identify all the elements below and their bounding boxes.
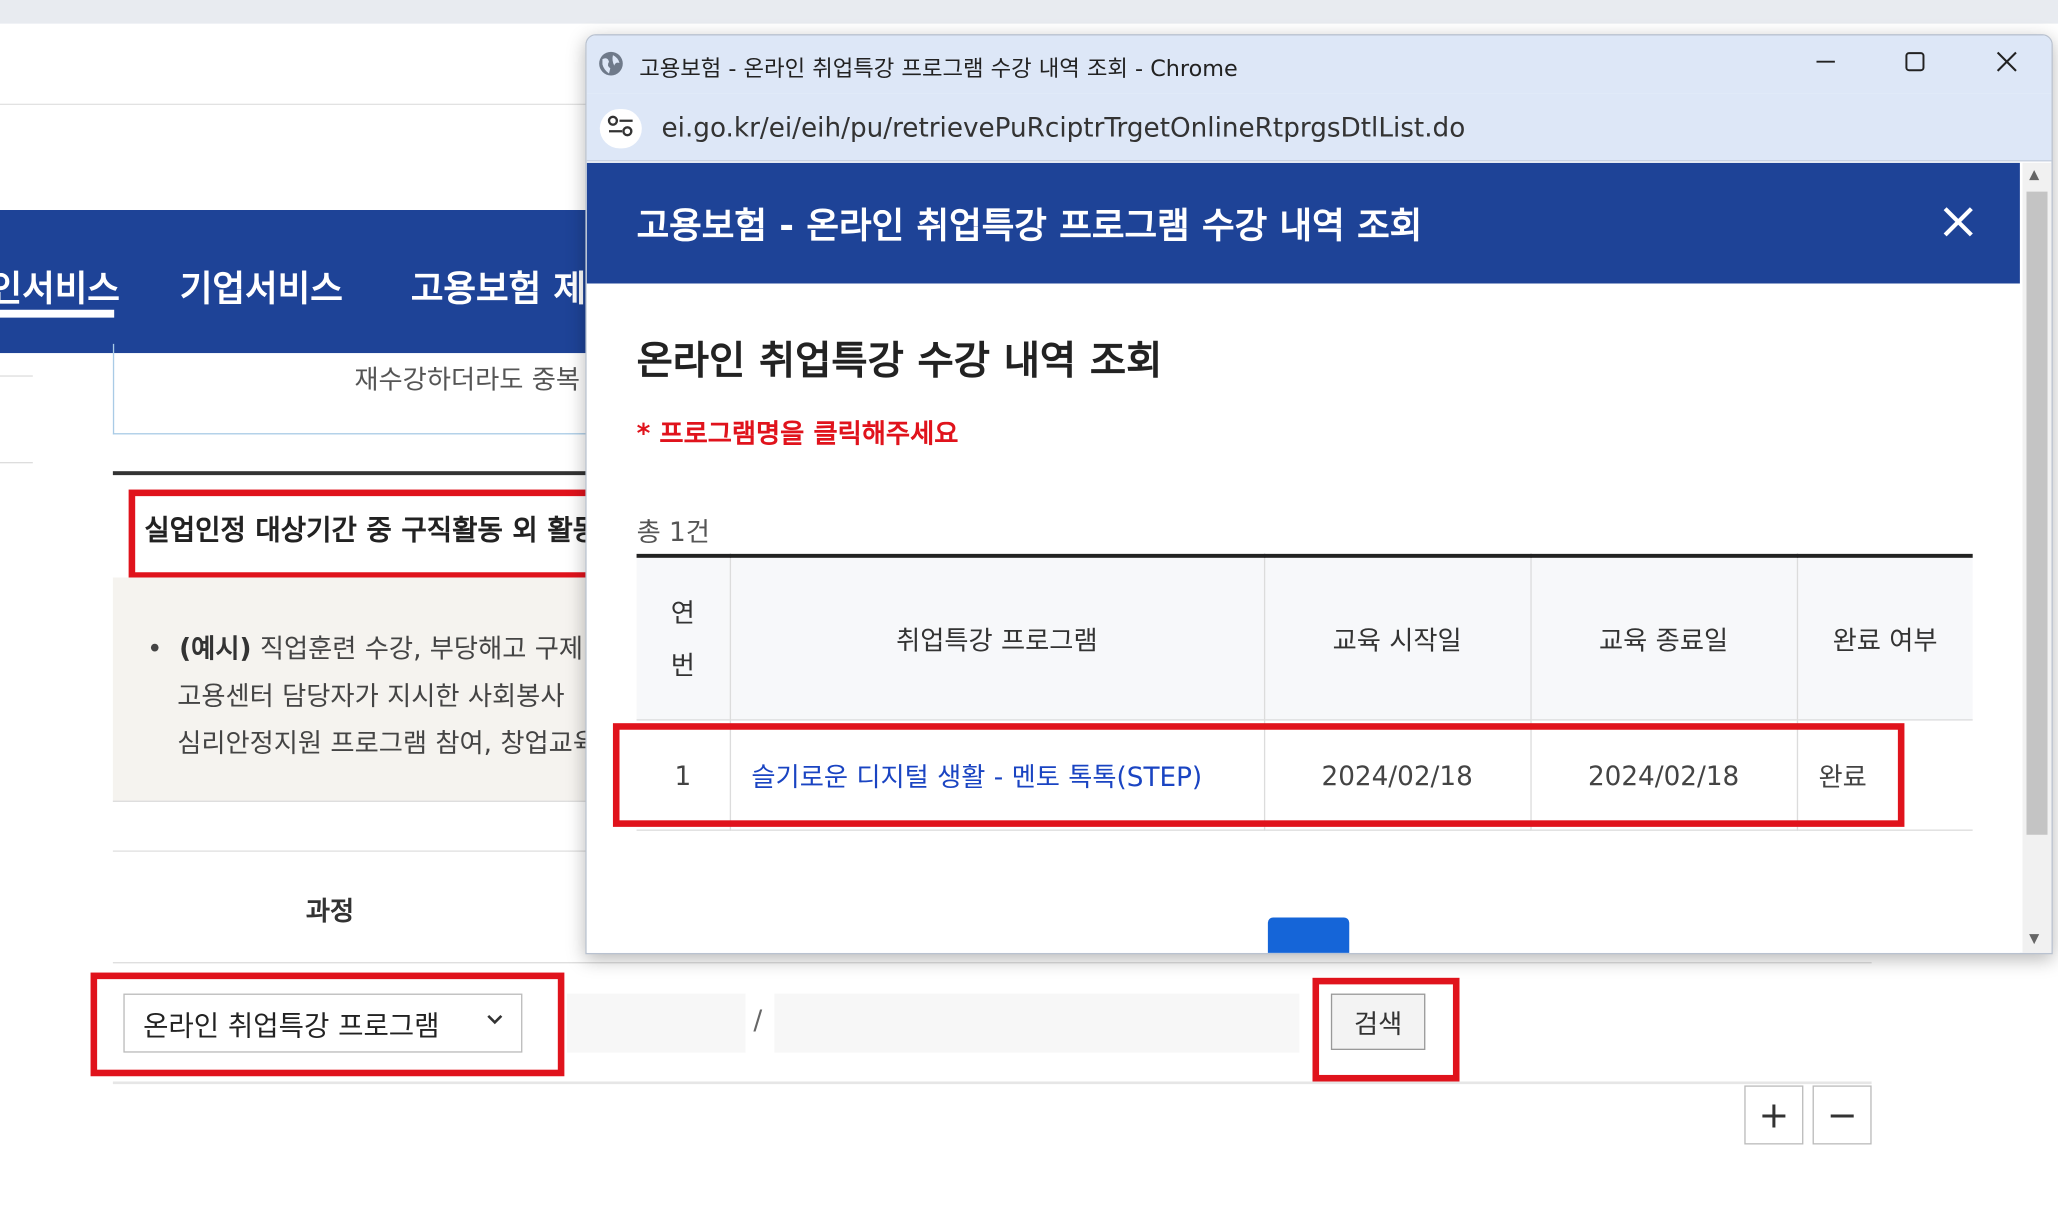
course-label: 과정	[305, 895, 355, 927]
screen: 인서비스 기업서비스 고용보험 제 재수강하더라도 중복 실업인정 대상기간 중…	[0, 0, 2058, 1186]
zoom-out-button[interactable]: −	[1812, 1085, 1872, 1145]
window-close-button[interactable]	[1983, 41, 2030, 88]
form-bottom-border	[112, 1081, 1872, 1085]
date-separator: /	[753, 1004, 763, 1036]
form-divider	[112, 962, 1872, 964]
highlight-box-result-row	[612, 723, 1905, 827]
nav-item-personal-service[interactable]: 인서비스	[0, 260, 120, 311]
popup-content: 고용보험 - 온라인 취업특강 프로그램 수강 내역 조회 온라인 취업특강 수…	[586, 162, 2020, 953]
example-line-3: 심리안정지원 프로그램 참여, 창업교육	[177, 727, 597, 759]
modal-header: 고용보험 - 온라인 취업특강 프로그램 수강 내역 조회	[586, 162, 2020, 284]
highlight-box-search-button	[1312, 977, 1460, 1082]
nav-item-employment-insurance[interactable]: 고용보험 제	[411, 260, 586, 311]
window-title: 고용보험 - 온라인 취업특강 프로그램 수강 내역 조회 - Chrome	[639, 56, 1238, 83]
table-header-row: 연 번 취업특강 프로그램 교육 시작일 교육 종료일 완료 여부	[636, 555, 1973, 721]
modal-title: 고용보험 - 온라인 취업특강 프로그램 수강 내역 조회	[636, 206, 1423, 247]
instruction-text: * 프로그램명을 클릭해주세요	[636, 417, 959, 449]
pagination-current-page[interactable]	[1267, 917, 1350, 953]
side-divider	[0, 375, 33, 377]
maximize-button[interactable]	[1891, 41, 1938, 88]
close-icon	[1995, 50, 2019, 79]
zoom-in-button[interactable]: +	[1744, 1085, 1804, 1145]
address-bar: ei.go.kr/ei/eih/pu/retrievePuRciptrTrget…	[586, 93, 2052, 162]
page-title: 온라인 취업특강 수강 내역 조회	[636, 338, 1163, 385]
highlight-box-course-select	[90, 972, 565, 1077]
example-prefix: (예시)	[179, 632, 252, 665]
col-header-number-line1: 연	[670, 596, 695, 629]
globe-icon	[597, 50, 625, 78]
col-header-program: 취업특강 프로그램	[729, 555, 1265, 721]
maximize-icon	[1904, 51, 1925, 77]
window-titlebar: 고용보험 - 온라인 취업특강 프로그램 수강 내역 조회 - Chrome	[586, 35, 2052, 94]
popup-scrollbar[interactable]: ▲ ▼	[2022, 162, 2052, 953]
example-line-1: • (예시) 직업훈련 수강, 부당해고 구제	[147, 632, 584, 665]
minus-icon: −	[1826, 1093, 1858, 1137]
highlight-box-section-title	[128, 489, 617, 579]
section-top-border	[112, 471, 612, 476]
col-header-end-date: 교육 종료일	[1530, 555, 1798, 721]
scrollbar-thumb[interactable]	[2026, 191, 2048, 835]
browser-top-strip	[0, 0, 2058, 24]
notice-text: 재수강하더라도 중복	[354, 363, 581, 396]
scroll-down-icon[interactable]: ▼	[2029, 932, 2039, 946]
close-icon[interactable]	[1939, 202, 1978, 241]
example-bullet-list: • (예시) 직업훈련 수강, 부당해고 구제 고용센터 담당자가 지시한 사회…	[147, 625, 597, 767]
date-from-field[interactable]	[567, 993, 746, 1053]
col-header-start-date: 교육 시작일	[1263, 555, 1532, 721]
nav-item-business-service[interactable]: 기업서비스	[180, 260, 343, 311]
site-settings-icon	[606, 114, 635, 143]
url-text[interactable]: ei.go.kr/ei/eih/pu/retrievePuRciptrTrget…	[662, 112, 1466, 144]
col-header-number-line2: 번	[670, 649, 695, 681]
total-count: 총 1건	[636, 515, 710, 548]
plus-icon: +	[1758, 1093, 1790, 1137]
date-to-field[interactable]	[774, 993, 1300, 1053]
col-header-completion: 완료 여부	[1796, 555, 1973, 721]
example-line-2: 고용센터 담당자가 지시한 사회봉사	[177, 679, 565, 712]
site-settings-button[interactable]	[599, 108, 642, 149]
nav-active-underline	[0, 309, 115, 318]
minimize-icon	[1815, 51, 1836, 77]
scroll-up-icon[interactable]: ▲	[2029, 168, 2039, 182]
side-divider	[0, 462, 33, 464]
header-divider	[0, 103, 604, 105]
example-text-1: 직업훈련 수강, 부당해고 구제	[259, 632, 584, 665]
minimize-button[interactable]	[1802, 41, 1849, 88]
col-header-number: 연 번	[636, 555, 731, 721]
